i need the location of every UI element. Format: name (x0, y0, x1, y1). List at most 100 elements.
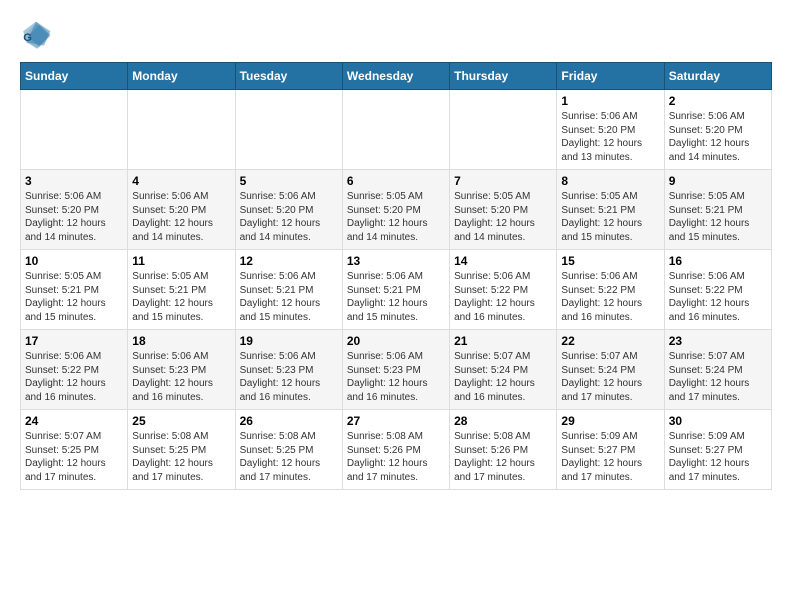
day-number: 15 (561, 254, 659, 268)
day-number: 19 (240, 334, 338, 348)
calendar-cell: 3 Sunrise: 5:06 AM Sunset: 5:20 PM Daylig… (21, 170, 128, 250)
calendar-cell: 16 Sunrise: 5:06 AM Sunset: 5:22 PM Dayli… (664, 250, 771, 330)
week-row-4: 17 Sunrise: 5:06 AM Sunset: 5:22 PM Dayli… (21, 330, 772, 410)
logo: G (20, 20, 56, 52)
day-info: Sunrise: 5:06 AM Sunset: 5:22 PM Dayligh… (454, 270, 552, 324)
calendar-cell: 2Sunrise: 5:06 AM Sunset: 5:20 PM Daylig… (664, 90, 771, 170)
page-header: G (20, 20, 772, 52)
calendar-cell: 4Sunrise: 5:06 AM Sunset: 5:20 PM Daylig… (128, 170, 235, 250)
day-info: Sunrise: 5:06 AM Sunset: 5:23 PM Dayligh… (132, 350, 230, 404)
calendar-cell (450, 90, 557, 170)
day-number: 23 (669, 334, 767, 348)
week-row-2: 3 Sunrise: 5:06 AM Sunset: 5:20 PM Daylig… (21, 170, 772, 250)
header-day-thursday: Thursday (450, 63, 557, 90)
calendar-cell: 25Sunrise: 5:08 AM Sunset: 5:25 PM Dayli… (128, 410, 235, 490)
header-row: SundayMondayTuesdayWednesdayThursdayFrid… (21, 63, 772, 90)
day-info: Sunrise: 5:07 AM Sunset: 5:24 PM Dayligh… (669, 350, 767, 404)
day-number: 28 (454, 414, 552, 428)
calendar-cell: 21 Sunrise: 5:07 AM Sunset: 5:24 PM Dayli… (450, 330, 557, 410)
day-number: 11 (132, 254, 230, 268)
day-number: 4 (132, 174, 230, 188)
day-info: Sunrise: 5:07 AM Sunset: 5:25 PM Dayligh… (25, 430, 123, 484)
day-info: Sunrise: 5:08 AM Sunset: 5:25 PM Dayligh… (240, 430, 338, 484)
calendar-cell: 27 Sunrise: 5:08 AM Sunset: 5:26 PM Dayli… (342, 410, 449, 490)
header-day-sunday: Sunday (21, 63, 128, 90)
calendar-cell: 14 Sunrise: 5:06 AM Sunset: 5:22 PM Dayli… (450, 250, 557, 330)
day-number: 29 (561, 414, 659, 428)
calendar-cell: 17 Sunrise: 5:06 AM Sunset: 5:22 PM Dayli… (21, 330, 128, 410)
day-number: 25 (132, 414, 230, 428)
day-info: Sunrise: 5:05 AM Sunset: 5:20 PM Dayligh… (347, 190, 445, 244)
day-number: 1 (561, 94, 659, 108)
calendar-cell: 26 Sunrise: 5:08 AM Sunset: 5:25 PM Dayli… (235, 410, 342, 490)
header-day-monday: Monday (128, 63, 235, 90)
day-info: Sunrise: 5:05 AM Sunset: 5:21 PM Dayligh… (25, 270, 123, 324)
day-number: 3 (25, 174, 123, 188)
calendar-cell: 8 Sunrise: 5:05 AM Sunset: 5:21 PM Daylig… (557, 170, 664, 250)
day-number: 24 (25, 414, 123, 428)
calendar-cell: 23 Sunrise: 5:07 AM Sunset: 5:24 PM Dayli… (664, 330, 771, 410)
header-day-wednesday: Wednesday (342, 63, 449, 90)
day-number: 17 (25, 334, 123, 348)
day-number: 26 (240, 414, 338, 428)
day-number: 14 (454, 254, 552, 268)
day-info: Sunrise: 5:06 AM Sunset: 5:22 PM Dayligh… (561, 270, 659, 324)
calendar-cell: 13 Sunrise: 5:06 AM Sunset: 5:21 PM Dayli… (342, 250, 449, 330)
day-info: Sunrise: 5:07 AM Sunset: 5:24 PM Dayligh… (454, 350, 552, 404)
day-info: Sunrise: 5:05 AM Sunset: 5:20 PM Dayligh… (454, 190, 552, 244)
day-info: Sunrise: 5:08 AM Sunset: 5:26 PM Dayligh… (347, 430, 445, 484)
day-number: 5 (240, 174, 338, 188)
day-info: Sunrise: 5:08 AM Sunset: 5:26 PM Dayligh… (454, 430, 552, 484)
calendar-table: SundayMondayTuesdayWednesdayThursdayFrid… (20, 62, 772, 490)
calendar-cell: 30Sunrise: 5:09 AM Sunset: 5:27 PM Dayli… (664, 410, 771, 490)
calendar-cell: 29 Sunrise: 5:09 AM Sunset: 5:27 PM Dayli… (557, 410, 664, 490)
day-info: Sunrise: 5:06 AM Sunset: 5:20 PM Dayligh… (25, 190, 123, 244)
header-day-tuesday: Tuesday (235, 63, 342, 90)
calendar-cell: 10Sunrise: 5:05 AM Sunset: 5:21 PM Dayli… (21, 250, 128, 330)
calendar-cell: 15 Sunrise: 5:06 AM Sunset: 5:22 PM Dayli… (557, 250, 664, 330)
day-number: 8 (561, 174, 659, 188)
day-info: Sunrise: 5:09 AM Sunset: 5:27 PM Dayligh… (561, 430, 659, 484)
week-row-5: 24 Sunrise: 5:07 AM Sunset: 5:25 PM Dayli… (21, 410, 772, 490)
day-info: Sunrise: 5:09 AM Sunset: 5:27 PM Dayligh… (669, 430, 767, 484)
day-info: Sunrise: 5:05 AM Sunset: 5:21 PM Dayligh… (561, 190, 659, 244)
day-number: 9 (669, 174, 767, 188)
day-number: 2 (669, 94, 767, 108)
calendar-cell: 28 Sunrise: 5:08 AM Sunset: 5:26 PM Dayli… (450, 410, 557, 490)
day-number: 22 (561, 334, 659, 348)
day-number: 16 (669, 254, 767, 268)
day-number: 18 (132, 334, 230, 348)
calendar-cell: 18 Sunrise: 5:06 AM Sunset: 5:23 PM Dayli… (128, 330, 235, 410)
calendar-cell: 24 Sunrise: 5:07 AM Sunset: 5:25 PM Dayli… (21, 410, 128, 490)
day-info: Sunrise: 5:06 AM Sunset: 5:22 PM Dayligh… (669, 270, 767, 324)
day-info: Sunrise: 5:05 AM Sunset: 5:21 PM Dayligh… (132, 270, 230, 324)
calendar-cell: 5 Sunrise: 5:06 AM Sunset: 5:20 PM Daylig… (235, 170, 342, 250)
day-number: 13 (347, 254, 445, 268)
calendar-cell: 22Sunrise: 5:07 AM Sunset: 5:24 PM Dayli… (557, 330, 664, 410)
calendar-body: 1 Sunrise: 5:06 AM Sunset: 5:20 PM Daylig… (21, 90, 772, 490)
calendar-cell: 19 Sunrise: 5:06 AM Sunset: 5:23 PM Dayli… (235, 330, 342, 410)
day-info: Sunrise: 5:05 AM Sunset: 5:21 PM Dayligh… (669, 190, 767, 244)
day-info: Sunrise: 5:06 AM Sunset: 5:20 PM Dayligh… (240, 190, 338, 244)
day-info: Sunrise: 5:06 AM Sunset: 5:22 PM Dayligh… (25, 350, 123, 404)
day-info: Sunrise: 5:06 AM Sunset: 5:21 PM Dayligh… (347, 270, 445, 324)
calendar-cell: 1 Sunrise: 5:06 AM Sunset: 5:20 PM Daylig… (557, 90, 664, 170)
header-day-saturday: Saturday (664, 63, 771, 90)
calendar-cell (128, 90, 235, 170)
day-number: 7 (454, 174, 552, 188)
svg-text:G: G (23, 32, 32, 44)
logo-icon: G (20, 20, 52, 52)
calendar-cell (235, 90, 342, 170)
day-info: Sunrise: 5:06 AM Sunset: 5:23 PM Dayligh… (240, 350, 338, 404)
day-info: Sunrise: 5:06 AM Sunset: 5:20 PM Dayligh… (561, 110, 659, 164)
calendar-cell: 12Sunrise: 5:06 AM Sunset: 5:21 PM Dayli… (235, 250, 342, 330)
calendar-cell: 11 Sunrise: 5:05 AM Sunset: 5:21 PM Dayli… (128, 250, 235, 330)
header-day-friday: Friday (557, 63, 664, 90)
calendar-cell (21, 90, 128, 170)
week-row-3: 10Sunrise: 5:05 AM Sunset: 5:21 PM Dayli… (21, 250, 772, 330)
day-number: 27 (347, 414, 445, 428)
day-number: 20 (347, 334, 445, 348)
calendar-cell (342, 90, 449, 170)
day-number: 6 (347, 174, 445, 188)
day-number: 21 (454, 334, 552, 348)
